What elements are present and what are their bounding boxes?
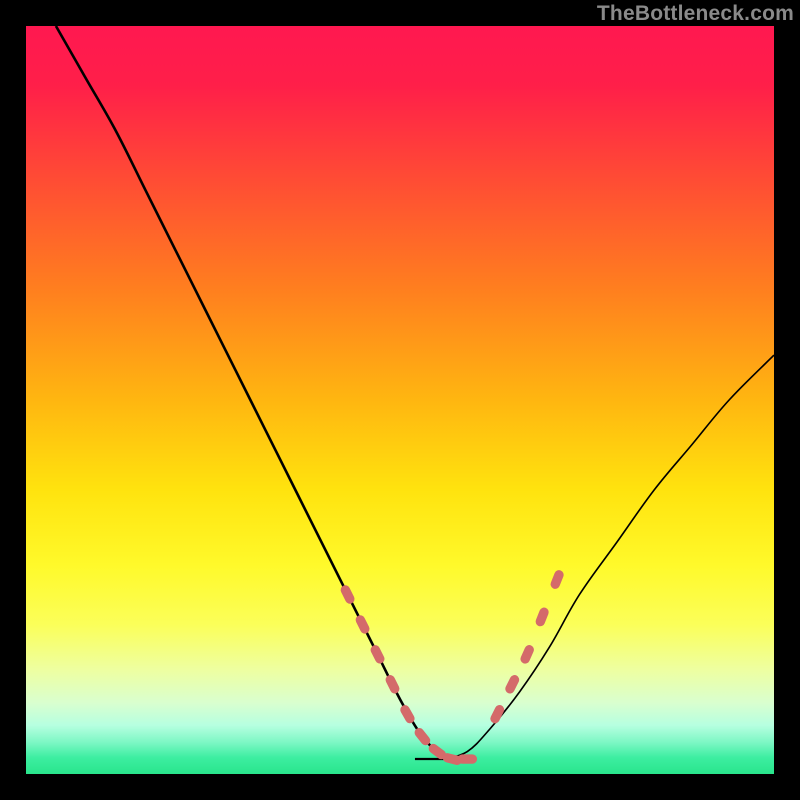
plot-area bbox=[26, 26, 774, 774]
chart-curves bbox=[26, 26, 774, 774]
markers-right-dot bbox=[534, 606, 550, 628]
markers-left-dot bbox=[369, 644, 386, 666]
markers-left-dot bbox=[458, 754, 477, 763]
markers-right-dot bbox=[504, 673, 521, 695]
markers-left-dot bbox=[384, 673, 401, 695]
right-curve bbox=[445, 355, 774, 759]
outer-frame: TheBottleneck.com bbox=[0, 0, 800, 800]
markers-right-dot bbox=[549, 569, 565, 591]
markers-right-dot bbox=[519, 644, 535, 666]
left-curve bbox=[56, 26, 445, 759]
markers-left-dot bbox=[339, 584, 356, 606]
watermark-text: TheBottleneck.com bbox=[597, 2, 794, 26]
markers-left-dot bbox=[354, 614, 371, 636]
